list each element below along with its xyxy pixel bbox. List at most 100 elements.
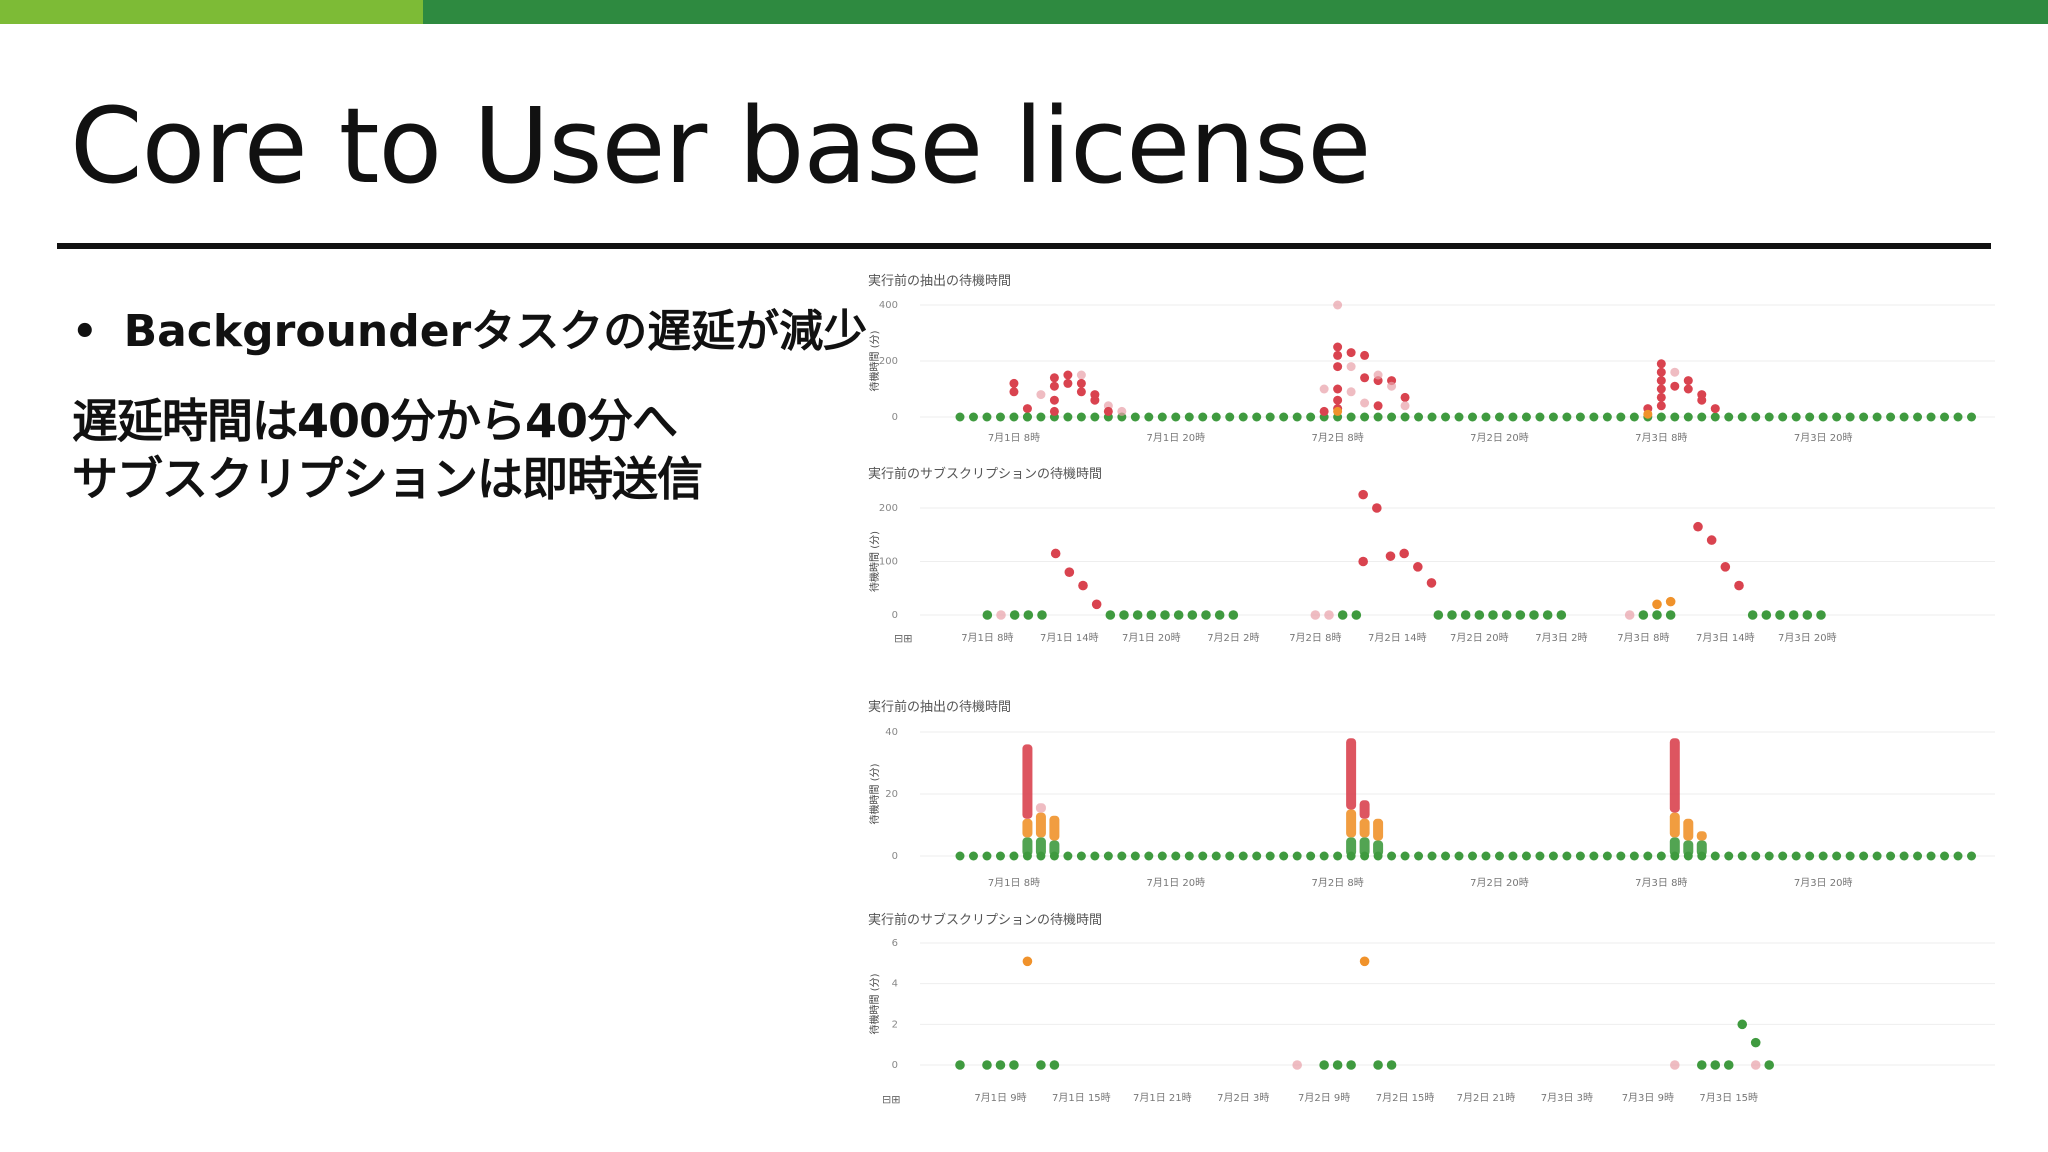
data-point <box>1737 1019 1748 1030</box>
data-point <box>1078 580 1088 591</box>
data-point <box>1009 1060 1019 1070</box>
data-point <box>1333 342 1343 352</box>
x-tick-label: 7月2日 9時 <box>1298 1092 1350 1104</box>
data-point <box>1144 851 1154 861</box>
data-point <box>1683 376 1693 386</box>
data-point <box>1333 384 1343 394</box>
data-point <box>1775 610 1785 620</box>
x-tick-label: 7月3日 8時 <box>1635 432 1687 444</box>
data-point <box>1049 406 1059 416</box>
data-point <box>1778 851 1788 861</box>
data-point <box>1629 851 1639 861</box>
data-point <box>1535 851 1545 861</box>
data-point <box>1859 851 1869 861</box>
data-point <box>1184 851 1194 861</box>
data-point <box>1481 412 1491 422</box>
data-point <box>1373 401 1383 411</box>
data-point <box>1009 610 1020 620</box>
chart-extract-wait-before: 実行前の抽出の待機時間 0 200 400 待機時間 (分) 7月1日 8時 7月1日 2… <box>860 270 2040 450</box>
data-point <box>1332 1060 1343 1070</box>
accent-bar-light <box>0 0 423 24</box>
data-point <box>1460 610 1471 620</box>
x-tick-label: 7月1日 9時 <box>974 1092 1026 1104</box>
data-point <box>1913 412 1923 422</box>
data-point <box>1556 610 1567 620</box>
data-point <box>1670 381 1680 391</box>
data-point <box>1400 401 1410 411</box>
data-point <box>1009 387 1019 397</box>
data-point <box>1656 851 1666 861</box>
data-point <box>1805 851 1815 861</box>
data-point <box>1373 412 1383 422</box>
data-point <box>1764 412 1774 422</box>
zoom-controls-icon[interactable]: ⊟⊞ <box>894 632 912 645</box>
data-point <box>1076 851 1086 861</box>
data-point <box>1346 387 1356 397</box>
x-tick-label: 7月2日 8時 <box>1311 432 1363 444</box>
data-point <box>1346 348 1356 358</box>
data-point <box>1306 851 1316 861</box>
data-point <box>1697 395 1707 405</box>
data-point <box>1845 412 1855 422</box>
data-point <box>1737 412 1747 422</box>
data-point <box>1818 412 1828 422</box>
data-bar <box>1669 738 1680 813</box>
data-point <box>1501 610 1512 620</box>
data-point <box>1696 1060 1707 1070</box>
data-point <box>1683 384 1693 394</box>
zoom-controls-icon[interactable]: ⊟⊞ <box>882 1093 900 1106</box>
data-point <box>1400 851 1410 861</box>
x-tick-label: 7月1日 21時 <box>1133 1092 1192 1104</box>
data-point <box>1683 412 1693 422</box>
data-point <box>1144 412 1154 422</box>
chart-canvas: 0 200 400 待機時間 (分) 7月1日 8時 7月1日 20時 7月2日 8時 7月2… <box>868 300 1995 444</box>
data-point <box>1036 390 1046 400</box>
data-point <box>1076 387 1086 397</box>
data-point <box>1050 548 1061 559</box>
data-point <box>1279 412 1289 422</box>
bullet-text: Backgrounderタスクの遅延が減少 <box>123 306 868 357</box>
summary-lines: 遅延時間は400分から40分へ サブスクリプションは即時送信 <box>72 392 852 508</box>
data-point <box>1624 610 1635 620</box>
data-bar <box>1683 840 1694 856</box>
data-point <box>1940 412 1950 422</box>
data-bar <box>1373 818 1384 841</box>
slide-title: Core to User base license <box>70 85 1371 207</box>
data-point <box>1665 596 1676 607</box>
data-point <box>1400 392 1410 402</box>
data-point <box>1656 384 1666 394</box>
data-point <box>1373 1060 1383 1070</box>
y-tick-label: 4 <box>892 979 898 990</box>
data-point <box>1750 1037 1761 1048</box>
x-tick-label: 7月2日 20時 <box>1470 877 1529 889</box>
data-point <box>1105 610 1116 620</box>
data-point <box>1859 412 1869 422</box>
data-point <box>1872 851 1882 861</box>
data-point <box>1764 1060 1775 1070</box>
data-point <box>1926 412 1936 422</box>
data-point <box>1319 1060 1329 1070</box>
data-point <box>1076 378 1086 388</box>
x-tick-label: 7月2日 21時 <box>1457 1092 1516 1104</box>
data-point <box>1279 851 1289 861</box>
data-point <box>1346 1060 1356 1070</box>
data-point <box>1710 412 1720 422</box>
data-point <box>1441 851 1451 861</box>
data-point <box>1734 580 1744 591</box>
data-point <box>1602 851 1612 861</box>
data-point <box>1751 851 1761 861</box>
y-tick-label: 2 <box>892 1019 898 1030</box>
data-point <box>1373 370 1383 380</box>
data-point <box>1214 610 1225 620</box>
data-point <box>1036 1060 1046 1070</box>
data-point <box>1913 851 1923 861</box>
data-point <box>1117 851 1127 861</box>
data-point <box>1427 412 1437 422</box>
data-point <box>1899 412 1909 422</box>
data-point <box>1022 404 1032 414</box>
data-point <box>1926 851 1936 861</box>
data-point <box>1198 851 1208 861</box>
y-tick-label: 400 <box>879 300 898 311</box>
data-point <box>1515 610 1526 620</box>
data-point <box>1076 412 1086 422</box>
